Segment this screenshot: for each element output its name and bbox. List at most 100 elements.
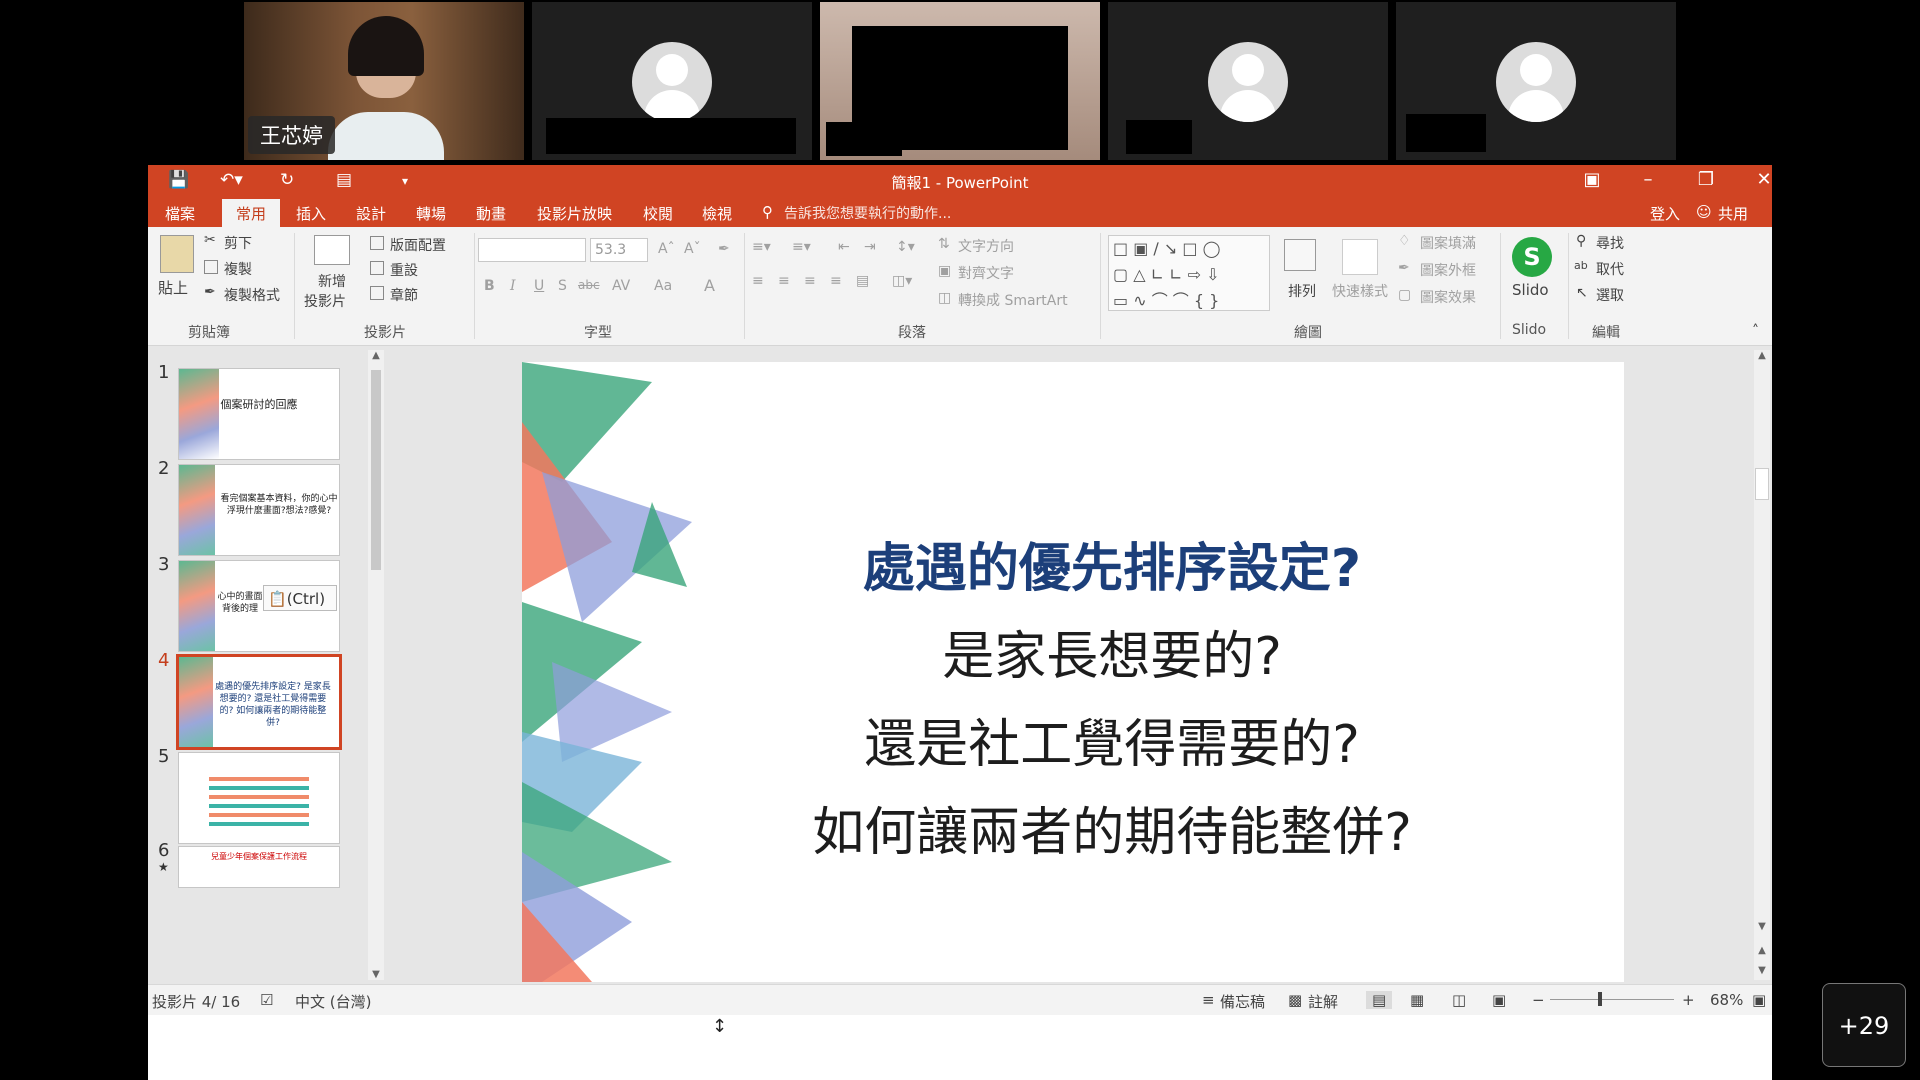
zoom-level[interactable]: 68% [1710, 991, 1743, 1009]
align-text-button[interactable]: 對齊文字 [958, 263, 1014, 283]
spellcheck-icon[interactable]: ☑ [260, 991, 273, 1009]
notes-button[interactable]: 備忘稿 [1220, 991, 1265, 1012]
slideshow-view-icon[interactable]: ▣ [1492, 991, 1506, 1009]
scroll-up-icon[interactable]: ▲ [368, 350, 384, 361]
find-button[interactable]: 尋找 [1596, 233, 1624, 253]
copy-button[interactable]: 複製 [224, 259, 252, 279]
layout-button[interactable]: 版面配置 [390, 235, 446, 255]
underline-icon[interactable]: U [534, 278, 544, 294]
tell-me-search[interactable]: 告訴我您想要執行的動作... [784, 203, 951, 223]
scroll-thumb[interactable] [371, 370, 381, 570]
clear-formatting-icon[interactable]: ✒ [718, 241, 730, 257]
cut-button[interactable]: 剪下 [224, 233, 252, 253]
participant-tile-3[interactable] [820, 2, 1100, 160]
increase-indent-icon[interactable]: ⇥ [864, 239, 876, 255]
normal-view-icon[interactable]: ▤ [1366, 991, 1393, 1009]
slide-thumbnail-4[interactable]: 處遇的優先排序設定? 是家長想要的? 還是社工覺得需要的? 如何讓兩者的期待能整… [176, 654, 342, 750]
reset-button[interactable]: 重設 [390, 260, 418, 280]
new-slide-label-2[interactable]: 投影片 [304, 291, 346, 311]
font-name-combo[interactable] [478, 238, 586, 262]
decrease-font-icon[interactable]: Aˇ [684, 241, 701, 257]
paste-button[interactable]: 貼上 [158, 277, 188, 298]
slido-button[interactable]: Slido [1512, 281, 1549, 299]
text-direction-button[interactable]: 文字方向 [958, 236, 1014, 256]
tab-transitions[interactable]: 轉場 [416, 203, 446, 224]
ribbon-display-options-icon[interactable]: ▣ [1572, 169, 1612, 190]
tab-review[interactable]: 校閱 [643, 203, 673, 224]
bold-icon[interactable]: B [484, 278, 495, 294]
quick-styles-icon[interactable] [1342, 239, 1378, 275]
quick-styles-button[interactable]: 快速樣式 [1332, 281, 1388, 301]
columns-icon[interactable]: ◫▾ [892, 273, 912, 289]
fit-slide-icon[interactable]: ▣ [1752, 991, 1766, 1009]
zoom-slider-handle[interactable] [1598, 992, 1602, 1006]
tab-design[interactable]: 設計 [356, 203, 386, 224]
more-participants-button[interactable]: +29 [1822, 983, 1906, 1067]
participant-tile-1[interactable]: 王芯婷 [244, 2, 524, 160]
shape-effects-button[interactable]: 圖案效果 [1420, 287, 1476, 307]
slide-thumbnail-6[interactable]: 兒童少年個案保護工作流程 [178, 846, 340, 888]
slide-thumbnail-1[interactable]: 個案研討的回應 [178, 368, 340, 460]
next-slide-button-icon[interactable]: ▼ [1754, 965, 1770, 976]
tab-insert[interactable]: 插入 [296, 203, 326, 224]
scroll-down-icon[interactable]: ▼ [368, 969, 384, 980]
slide-sorter-icon[interactable]: ▦ [1410, 991, 1424, 1009]
paste-icon[interactable] [160, 235, 194, 273]
slide-thumbnail-5[interactable] [178, 752, 340, 844]
collapse-ribbon-icon[interactable]: ˄ [1752, 323, 1759, 339]
comments-button[interactable]: 註解 [1308, 991, 1338, 1012]
scroll-thumb[interactable] [1755, 468, 1769, 500]
tab-slideshow[interactable]: 投影片放映 [537, 203, 612, 224]
slide-scrollbar[interactable]: ▲ ▼ ▲ ▼ [1754, 350, 1770, 980]
decrease-indent-icon[interactable]: ⇤ [838, 239, 850, 255]
replace-button[interactable]: 取代 [1596, 259, 1624, 279]
shapes-gallery[interactable]: □ ▣ ∕ ↘ □ ◯ ▢ △ ∟ ∟ ⇨ ⇩ ▭ ∿ ⌒ ⌒ { } [1108, 235, 1270, 311]
convert-smartart-button[interactable]: 轉換成 SmartArt [958, 290, 1068, 310]
numbering-icon[interactable]: ≡▾ [792, 239, 811, 255]
select-button[interactable]: 選取 [1596, 285, 1624, 305]
font-size-combo[interactable]: 53.3 [590, 238, 648, 262]
tab-home[interactable]: 常用 [222, 199, 281, 227]
new-slide-label[interactable]: 新增 [318, 271, 346, 291]
slide-thumbnail-2[interactable]: 看完個案基本資料，你的心中浮現什麼畫面?想法?感覺? [178, 464, 340, 556]
participant-tile-5[interactable] [1396, 2, 1676, 160]
thumbnail-pane[interactable]: 1 個案研討的回應 2 看完個案基本資料，你的心中浮現什麼畫面?想法?感覺? 3… [148, 346, 384, 984]
change-case-icon[interactable]: Aa [654, 278, 672, 294]
format-painter-button[interactable]: 複製格式 [224, 285, 280, 305]
shape-fill-button[interactable]: 圖案填滿 [1420, 233, 1476, 253]
sign-in-link[interactable]: 登入 [1650, 203, 1680, 224]
section-button[interactable]: 章節 [390, 285, 418, 305]
tab-view[interactable]: 檢視 [702, 203, 732, 224]
arrange-button[interactable]: 排列 [1288, 281, 1316, 301]
language-indicator[interactable]: 中文 (台灣) [295, 991, 371, 1012]
slide-canvas[interactable]: 處遇的優先排序設定? 是家長想要的? 還是社工覺得需要的? 如何讓兩者的期待能整… [522, 362, 1624, 982]
align-left-icon[interactable]: ≡ [752, 273, 764, 289]
zoom-in-icon[interactable]: + [1682, 991, 1695, 1009]
italic-icon[interactable]: I [510, 278, 516, 294]
line-spacing-icon[interactable]: ↕▾ [896, 239, 915, 255]
share-button[interactable]: 共用 [1718, 203, 1748, 224]
slide-thumbnail-3[interactable]: 心中的畫面 背後的理 📋(Ctrl) [178, 560, 340, 652]
arrange-icon[interactable] [1284, 239, 1316, 271]
zoom-out-icon[interactable]: − [1532, 991, 1545, 1009]
reading-view-icon[interactable]: ◫ [1452, 991, 1466, 1009]
char-spacing-icon[interactable]: AV [612, 278, 630, 294]
justify-icon[interactable]: ≡ [830, 273, 842, 289]
increase-font-icon[interactable]: Aˆ [658, 241, 675, 257]
shape-outline-button[interactable]: 圖案外框 [1420, 260, 1476, 280]
font-color-icon[interactable]: A [704, 276, 715, 295]
close-icon[interactable]: ✕ [1744, 169, 1784, 190]
bullets-icon[interactable]: ≡▾ [752, 239, 771, 255]
minimize-icon[interactable]: – [1628, 169, 1668, 190]
prev-slide-button-icon[interactable]: ▲ [1754, 945, 1770, 956]
thumbnail-scrollbar[interactable]: ▲ ▼ [368, 350, 384, 980]
new-slide-icon[interactable] [314, 235, 350, 265]
tab-file[interactable]: 檔案 [165, 203, 195, 224]
participant-tile-2[interactable] [532, 2, 812, 160]
shadow-icon[interactable]: S [558, 278, 567, 294]
strikethrough-icon[interactable]: abc [578, 278, 600, 292]
prev-slide-icon[interactable]: ▼ [1754, 921, 1770, 932]
align-right-icon[interactable]: ≡ [804, 273, 816, 289]
zoom-slider[interactable] [1550, 992, 1674, 1006]
paste-options-button[interactable]: 📋(Ctrl) [263, 585, 337, 611]
